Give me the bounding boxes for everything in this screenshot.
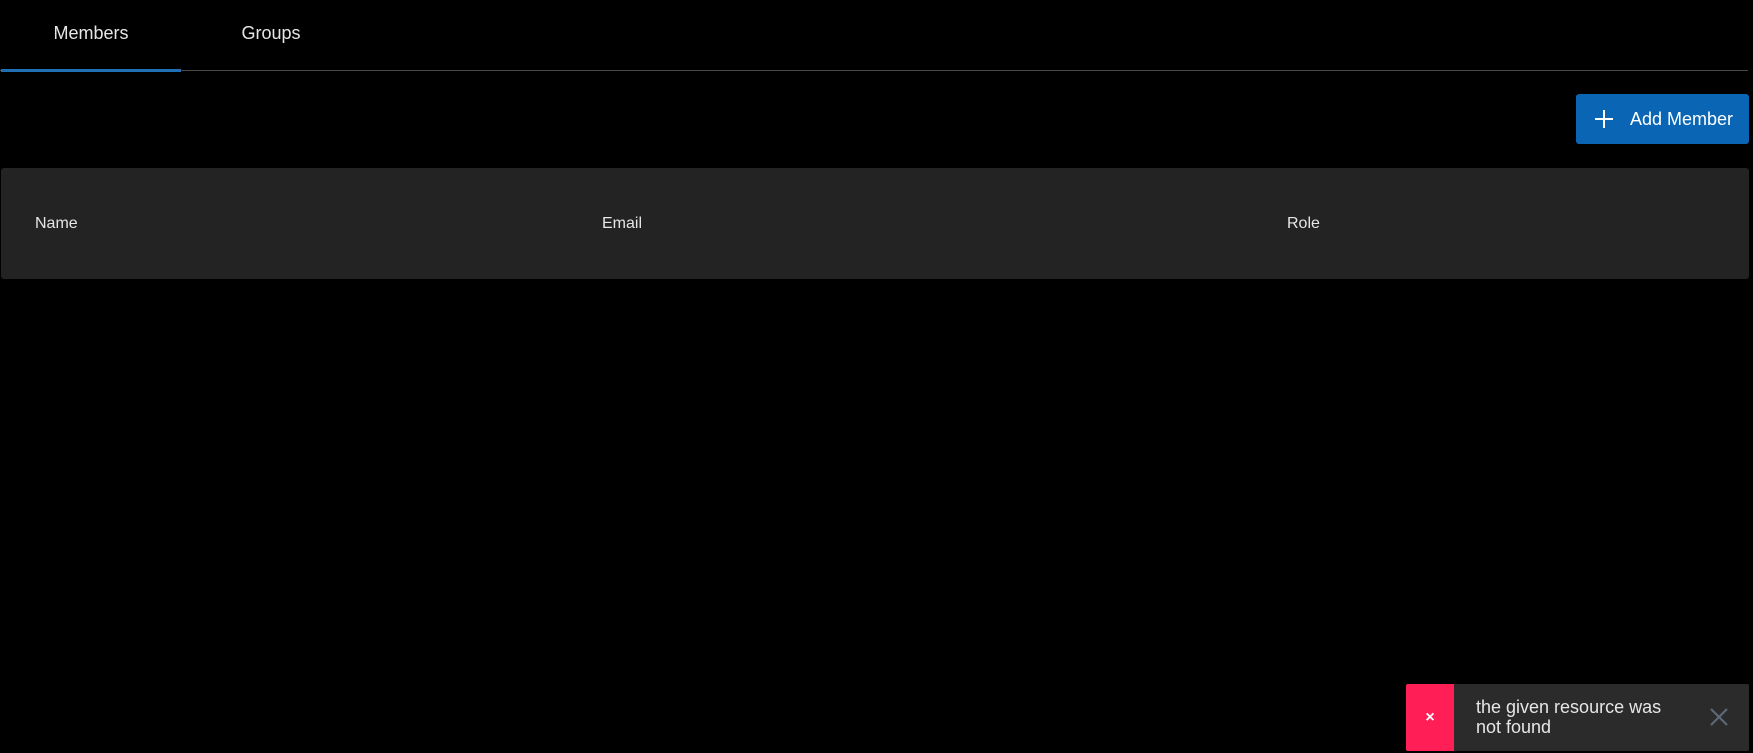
tab-groups[interactable]: Groups — [181, 0, 361, 71]
add-member-label: Add Member — [1630, 108, 1734, 129]
tab-bar: Members Groups — [0, 0, 1748, 72]
column-header-email[interactable]: Email — [602, 168, 642, 279]
toast-message: the given resource was not found — [1476, 697, 1662, 737]
close-icon[interactable] — [1706, 704, 1732, 730]
plus-icon — [1595, 110, 1613, 128]
column-header-role[interactable]: Role — [1287, 168, 1320, 279]
column-header-name[interactable]: Name — [35, 168, 78, 279]
tab-groups-label: Groups — [241, 23, 301, 43]
tab-members[interactable]: Members — [1, 0, 181, 72]
members-table-header: Name Email Role — [1, 168, 1749, 279]
error-x-icon: × — [1406, 684, 1454, 751]
error-toast: × the given resource was not found — [1406, 684, 1749, 751]
close-icon-glyph — [1710, 708, 1728, 726]
tab-members-label: Members — [53, 23, 129, 43]
add-member-button[interactable]: Add Member — [1576, 94, 1749, 144]
